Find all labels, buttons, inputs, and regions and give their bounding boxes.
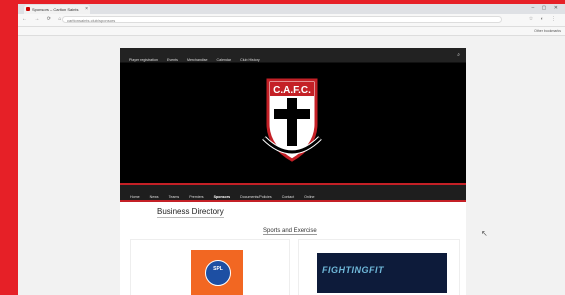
bookmark-item[interactable]: Property: [252, 35, 265, 36]
bookmark-item[interactable]: Rental units: [210, 35, 228, 36]
page-title: Business Directory: [157, 207, 224, 218]
top-navigation: Player registration Events Merchandise Cale…: [120, 48, 466, 62]
mouse-cursor-icon: ↖: [481, 229, 488, 238]
bookmark-item[interactable]: Messages: [367, 35, 383, 36]
close-tab-icon[interactable]: ×: [85, 5, 88, 14]
bookmark-item[interactable]: Hygiene: [345, 35, 358, 36]
search-icon[interactable]: ⌕: [457, 48, 460, 62]
section-title: Sports and Exercise: [263, 228, 317, 235]
bookmark-item[interactable]: our operations: [80, 35, 102, 36]
bookmark-item[interactable]: Carlton & Whittell: [44, 35, 71, 36]
sponsor-card-fightingfit[interactable]: FIGHTINGFIT: [298, 239, 460, 295]
bookmark-item[interactable]: Apps: [27, 35, 35, 36]
bookmark-item[interactable]: Profit Records – Web: [274, 35, 307, 36]
favicon-icon: [26, 7, 30, 11]
screen: Sponsors – Carlton Saints × – ▢ ✕ ← → ⟳ …: [18, 4, 565, 295]
fightingfit-logo-text: FIGHTINGFIT: [322, 265, 384, 275]
url-input[interactable]: carltonsaints.club/sponsors: [62, 16, 502, 23]
bookmark-item[interactable]: Other bookmarks: [534, 27, 561, 35]
bookmark-item[interactable]: Learning: [127, 35, 141, 36]
spl-logo-text: SPL: [213, 266, 223, 272]
club-logo: C.A.F.C.: [262, 78, 322, 162]
browser-tab[interactable]: Sponsors – Carlton Saints ×: [24, 5, 90, 14]
content: Business Directory Sports and Exercise S…: [120, 202, 466, 295]
bookmark-item[interactable]: Blog: [111, 35, 118, 36]
hero-banner: C.A.F.C.: [120, 62, 466, 183]
bookmarks-bar: Apps Carlton & Whittell our operations Blog…: [18, 27, 565, 36]
nav-buttons[interactable]: ← → ⟳ ⌂: [22, 16, 64, 22]
browser-tabbar: Sponsors – Carlton Saints × – ▢ ✕: [18, 4, 565, 14]
extensions-icons[interactable]: ☆ ◐ ⋮: [529, 16, 559, 22]
address-bar-row: ← → ⟳ ⌂ carltonsaints.club/sponsors ☆ ◐ …: [18, 14, 565, 27]
website: Player registration Events Merchandise Cale…: [120, 48, 466, 295]
tab-title: Sponsors – Carlton Saints: [32, 7, 79, 12]
main-navigation: Home News Teams Premiers Sponsors Documents/P…: [120, 183, 466, 202]
bookmark-item[interactable]: Glass Cases: [316, 35, 336, 36]
window-controls[interactable]: – ▢ ✕: [532, 5, 561, 11]
sponsor-card-spl[interactable]: SPL: [130, 239, 290, 295]
bookmark-item[interactable]: Surprise store: [150, 35, 172, 36]
spl-circle: [205, 260, 231, 286]
bookmark-item[interactable]: Googlemaps: [181, 35, 201, 36]
logo-text: C.A.F.C.: [273, 85, 311, 96]
fightingfit-logo: FIGHTINGFIT: [317, 253, 447, 293]
bookmark-item[interactable]: Too: [237, 35, 243, 36]
spl-logo: SPL: [191, 250, 243, 295]
